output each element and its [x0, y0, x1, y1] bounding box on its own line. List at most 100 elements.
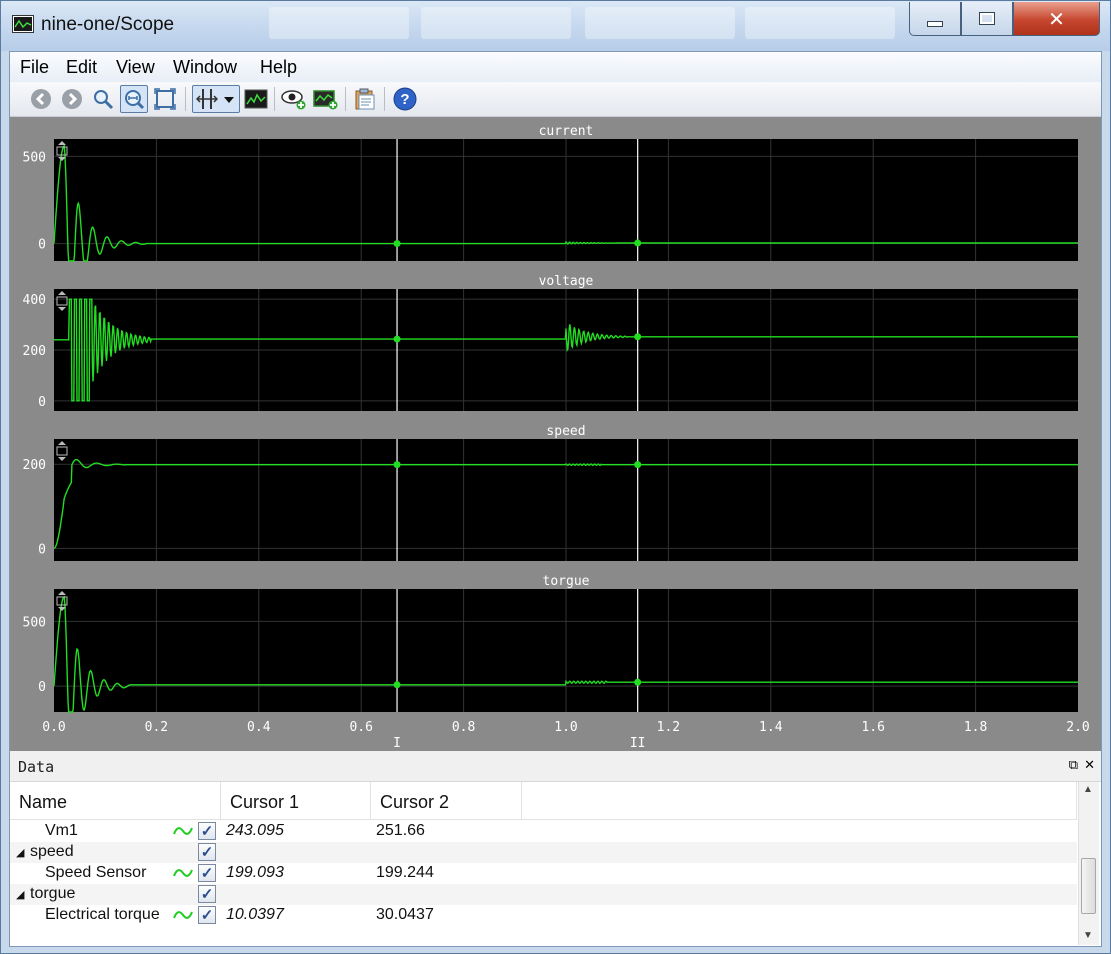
- column-header-name[interactable]: Name: [10, 782, 221, 820]
- cursor-label-2: II: [630, 736, 646, 751]
- help-icon: ?: [393, 87, 417, 111]
- column-header-filler: [522, 782, 1077, 820]
- table-row[interactable]: Electrical torque ✓ 10.0397 30.0437: [10, 905, 1077, 926]
- back-icon: [31, 89, 51, 109]
- signal-view-button[interactable]: [242, 85, 270, 113]
- x-tick-label: 1.2: [657, 720, 680, 735]
- zoom-fit-icon: [125, 90, 145, 110]
- background-taskbar-item: [269, 7, 409, 39]
- scope-plot-area[interactable]: current 500 0 voltage 400 200 0 speed 200 0 torgue…: [10, 117, 1101, 751]
- forward-icon: [62, 89, 82, 109]
- cursor1-value: 199.093: [226, 864, 284, 881]
- menu-edit[interactable]: Edit: [66, 57, 97, 78]
- scope-window: nine-one/Scope ✕ File Edit View Window H…: [0, 0, 1111, 954]
- collapse-triangle-icon[interactable]: ◢: [16, 846, 24, 859]
- x-tick-label: 0.6: [349, 720, 372, 735]
- collapse-triangle-icon[interactable]: ◢: [16, 888, 24, 901]
- help-button[interactable]: ?: [391, 85, 419, 113]
- table-row[interactable]: ◢ torgue ✓: [10, 884, 1077, 905]
- title-bar[interactable]: nine-one/Scope ✕: [1, 1, 1110, 51]
- row-name: Speed Sensor: [45, 864, 147, 881]
- eye-add-button[interactable]: [280, 85, 308, 113]
- background-taskbar-item: [745, 7, 895, 39]
- cursor-tool-button[interactable]: [192, 85, 240, 113]
- row-visibility-checkbox[interactable]: ✓: [198, 906, 216, 924]
- forward-button[interactable]: [58, 85, 86, 113]
- menu-help[interactable]: Help: [260, 57, 297, 78]
- minimize-icon: [927, 20, 943, 27]
- close-button[interactable]: ✕: [1013, 2, 1100, 36]
- close-icon: ✕: [1048, 6, 1065, 31]
- scrollbar-thumb[interactable]: [1081, 858, 1096, 914]
- cursor-label-1: I: [393, 736, 401, 751]
- cursor1-value: 10.0397: [226, 906, 284, 923]
- background-taskbar-item: [585, 7, 735, 39]
- x-tick-label: 2.0: [1066, 720, 1089, 735]
- row-name: Electrical torque: [45, 906, 160, 923]
- float-panel-icon[interactable]: ⧉: [1069, 757, 1078, 772]
- background-taskbar-item: [421, 7, 571, 39]
- minimize-button[interactable]: [909, 2, 961, 36]
- toolbar: ?: [10, 82, 1101, 117]
- table-row[interactable]: Vm1 ✓ 243.095 251.66: [10, 821, 1077, 842]
- maximize-button[interactable]: [961, 2, 1013, 36]
- cursor2-value: 30.0437: [376, 906, 434, 923]
- cursor2-value: 199.244: [376, 864, 434, 881]
- cursor-marker: [634, 461, 642, 469]
- data-panel-header: Data ⧉ ✕: [10, 751, 1101, 782]
- wave-icon: [173, 827, 193, 835]
- cursor-marker: [393, 681, 401, 689]
- row-visibility-checkbox[interactable]: ✓: [198, 885, 216, 903]
- cursor1-value: 243.095: [226, 822, 284, 839]
- wave-icon: [173, 869, 193, 877]
- paste-icon: [355, 88, 375, 110]
- close-panel-icon[interactable]: ✕: [1084, 757, 1095, 772]
- x-tick-label: 0.2: [145, 720, 168, 735]
- maximize-icon: [979, 12, 995, 25]
- column-header-cursor1[interactable]: Cursor 1: [221, 782, 371, 820]
- menu-bar: File Edit View Window Help: [10, 52, 1101, 82]
- menu-view[interactable]: View: [116, 57, 155, 78]
- y-tick-label: 0: [38, 542, 46, 557]
- plot-title-speed: speed: [546, 424, 585, 439]
- plot-title-torgue: torgue: [543, 574, 590, 589]
- scope-plots[interactable]: current 500 0 voltage 400 200 0 speed 200 0 torgue…: [10, 117, 1101, 751]
- paste-button[interactable]: [351, 85, 379, 113]
- menu-window[interactable]: Window: [173, 57, 237, 78]
- data-scrollbar[interactable]: ▲ ▼: [1078, 782, 1099, 945]
- y-tick-label: 400: [23, 293, 46, 308]
- cursor-tool-icon: [196, 89, 218, 109]
- data-panel-title: Data: [18, 758, 55, 776]
- x-tick-label: 0.0: [42, 720, 65, 735]
- dropdown-arrow-icon: [224, 97, 234, 103]
- client-area: File Edit View Window Help ? current 500…: [9, 51, 1102, 947]
- add-display-button[interactable]: [312, 85, 340, 113]
- y-tick-label: 500: [23, 150, 46, 165]
- back-button[interactable]: [27, 85, 55, 113]
- row-visibility-checkbox[interactable]: ✓: [198, 843, 216, 861]
- row-visibility-checkbox[interactable]: ✓: [198, 864, 216, 882]
- zoom-box-button[interactable]: [151, 85, 179, 113]
- menu-file[interactable]: File: [20, 57, 49, 78]
- zoom-box-icon: [154, 88, 176, 110]
- row-group-name: speed: [30, 843, 74, 860]
- plot-title-voltage: voltage: [539, 274, 594, 289]
- column-header-cursor2[interactable]: Cursor 2: [371, 782, 522, 820]
- zoom-button[interactable]: [89, 85, 117, 113]
- scroll-up-icon[interactable]: ▲: [1083, 784, 1093, 795]
- y-tick-label: 0: [38, 680, 46, 695]
- row-visibility-checkbox[interactable]: ✓: [198, 822, 216, 840]
- table-row[interactable]: Speed Sensor ✓ 199.093 199.244: [10, 863, 1077, 884]
- zoom-fit-button[interactable]: [120, 85, 148, 113]
- y-tick-label: 0: [38, 395, 46, 410]
- table-row[interactable]: ◢ speed ✓: [10, 842, 1077, 863]
- scroll-down-icon[interactable]: ▼: [1083, 930, 1093, 941]
- row-group-name: torgue: [30, 885, 76, 902]
- cursor-marker: [393, 240, 401, 248]
- svg-text:?: ?: [400, 91, 409, 108]
- x-tick-label: 0.8: [452, 720, 475, 735]
- y-tick-label: 0: [38, 238, 46, 253]
- zoom-icon: [94, 90, 114, 110]
- x-tick-label: 1.6: [861, 720, 884, 735]
- y-tick-label: 500: [23, 615, 46, 630]
